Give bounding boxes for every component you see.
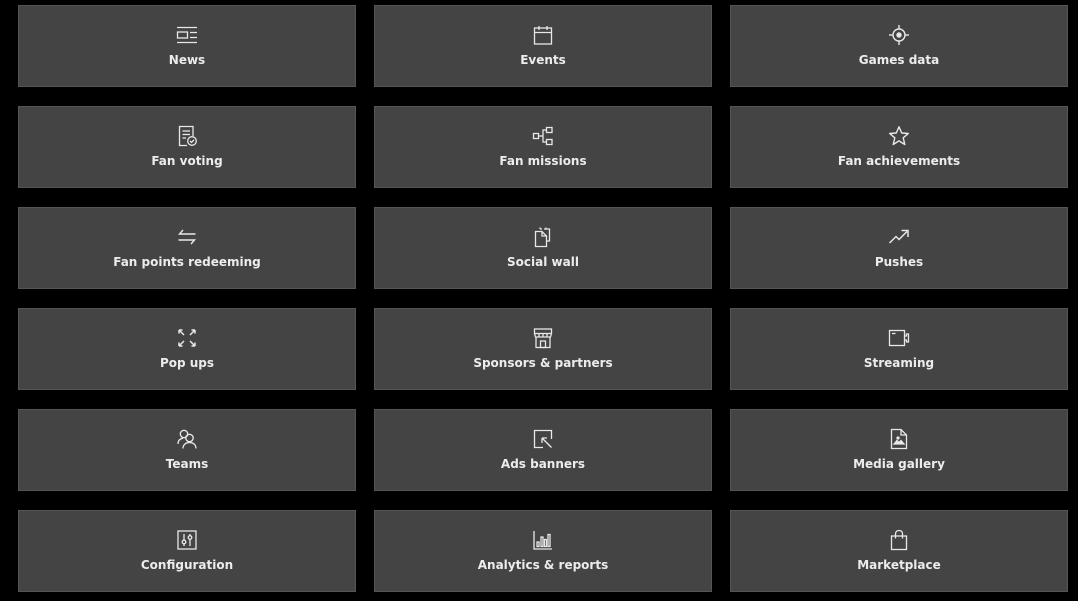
tile-social-wall[interactable]: Social wall bbox=[374, 207, 712, 289]
target-icon bbox=[888, 24, 910, 46]
tile-analytics-reports[interactable]: Analytics & reports bbox=[374, 510, 712, 592]
video-camera-icon bbox=[888, 327, 910, 349]
tile-label: Marketplace bbox=[857, 557, 941, 572]
tile-label: Sponsors & partners bbox=[473, 355, 613, 370]
tile-label: Pop ups bbox=[159, 355, 215, 370]
exchange-arrows-icon bbox=[176, 226, 198, 248]
tile-ads-banners[interactable]: Ads banners bbox=[374, 409, 712, 491]
module-grid: News Events Games data Fan voting Fan mi… bbox=[18, 5, 1068, 592]
tile-label: News bbox=[168, 52, 206, 67]
tile-label: Social wall bbox=[507, 254, 579, 269]
tile-label: Fan achievements bbox=[837, 153, 961, 168]
star-icon bbox=[888, 125, 910, 147]
tile-label: Fan voting bbox=[151, 153, 223, 168]
bar-chart-icon bbox=[532, 529, 554, 551]
tile-fan-missions[interactable]: Fan missions bbox=[374, 106, 712, 188]
tile-label: Teams bbox=[165, 456, 209, 471]
copy-documents-icon bbox=[532, 226, 554, 248]
tile-configuration[interactable]: Configuration bbox=[18, 510, 356, 592]
people-icon bbox=[176, 428, 198, 450]
tile-label: Media gallery bbox=[853, 456, 945, 471]
tile-fan-achievements[interactable]: Fan achievements bbox=[730, 106, 1068, 188]
tile-pop-ups[interactable]: Pop ups bbox=[18, 308, 356, 390]
tile-label: Games data bbox=[858, 52, 940, 67]
tile-streaming[interactable]: Streaming bbox=[730, 308, 1068, 390]
tile-label: Configuration bbox=[140, 557, 234, 572]
flowchart-icon bbox=[532, 125, 554, 147]
calendar-icon bbox=[532, 24, 554, 46]
tile-label: Pushes bbox=[874, 254, 924, 269]
tile-teams[interactable]: Teams bbox=[18, 409, 356, 491]
storefront-icon bbox=[532, 327, 554, 349]
tile-games-data[interactable]: Games data bbox=[730, 5, 1068, 87]
sliders-icon bbox=[176, 529, 198, 551]
shopping-bag-icon bbox=[888, 529, 910, 551]
tile-sponsors-partners[interactable]: Sponsors & partners bbox=[374, 308, 712, 390]
tile-pushes[interactable]: Pushes bbox=[730, 207, 1068, 289]
tile-events[interactable]: Events bbox=[374, 5, 712, 87]
tile-marketplace[interactable]: Marketplace bbox=[730, 510, 1068, 592]
tile-label: Fan missions bbox=[499, 153, 587, 168]
tile-fan-points-redeeming[interactable]: Fan points redeeming bbox=[18, 207, 356, 289]
news-icon bbox=[176, 24, 198, 46]
image-file-icon bbox=[888, 428, 910, 450]
tile-label: Ads banners bbox=[500, 456, 586, 471]
cursor-box-icon bbox=[532, 428, 554, 450]
tile-label: Analytics & reports bbox=[477, 557, 609, 572]
tile-label: Events bbox=[520, 52, 566, 67]
tile-fan-voting[interactable]: Fan voting bbox=[18, 106, 356, 188]
tile-label: Fan points redeeming bbox=[113, 254, 261, 269]
tile-label: Streaming bbox=[863, 355, 935, 370]
expand-arrows-icon bbox=[176, 327, 198, 349]
ballot-check-icon bbox=[176, 125, 198, 147]
trending-up-icon bbox=[888, 226, 910, 248]
tile-news[interactable]: News bbox=[18, 5, 356, 87]
tile-media-gallery[interactable]: Media gallery bbox=[730, 409, 1068, 491]
